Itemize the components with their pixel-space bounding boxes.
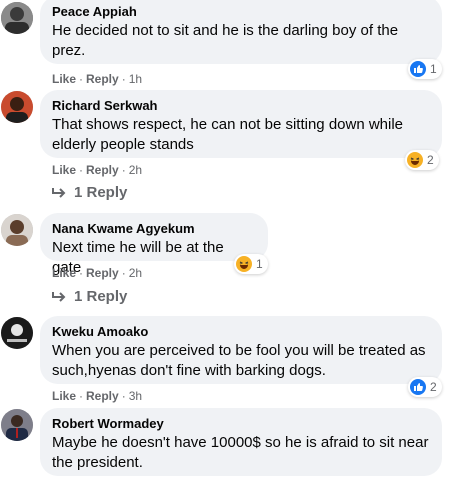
reply-button[interactable]: Reply — [86, 266, 119, 280]
comment-text-line: That shows respect, he can not be sittin… — [52, 116, 404, 133]
reaction-count-text: 1 — [256, 257, 263, 271]
comment-author[interactable]: Robert Wormadey — [52, 416, 430, 432]
reaction-count-text: 2 — [427, 153, 434, 167]
comment-text: When you are perceived to be fool you wi… — [52, 341, 430, 381]
haha-icon — [236, 256, 252, 272]
comment-bubble: Robert Wormadey Maybe he doesn't have 10… — [40, 408, 442, 476]
comment-text-line: Maybe he doesn't have 10000$ so he is af… — [52, 434, 429, 451]
comment-bubble: Kweku Amoako When you are perceived to b… — [40, 316, 442, 384]
comment-actions: Like · Reply · 2h — [52, 266, 143, 280]
replies-label: 1 Reply — [74, 288, 128, 305]
like-icon — [410, 61, 426, 77]
like-button[interactable]: Like — [52, 266, 76, 280]
view-replies-button[interactable]: 1 Reply — [52, 288, 127, 305]
comment-author[interactable]: Richard Serkwah — [52, 98, 430, 114]
reaction-count[interactable]: 1 — [234, 254, 268, 274]
reply-button[interactable]: Reply — [86, 72, 119, 86]
reaction-count-text: 1 — [430, 62, 437, 76]
reaction-count[interactable]: 1 — [408, 59, 442, 79]
timestamp[interactable]: 3h — [129, 389, 142, 403]
reply-button[interactable]: Reply — [86, 163, 119, 177]
reaction-count[interactable]: 2 — [405, 150, 439, 170]
avatar[interactable] — [1, 409, 33, 441]
comment-text-line: prez. — [52, 42, 86, 59]
replies-label: 1 Reply — [74, 184, 128, 201]
view-replies-button[interactable]: 1 Reply — [52, 184, 127, 201]
comment-text-line: elderly people stands — [52, 136, 194, 153]
timestamp[interactable]: 1h — [129, 72, 142, 86]
comment-author[interactable]: Peace Appiah — [52, 4, 430, 20]
comment-text-line: He decided not to sit and he is the darl… — [52, 22, 399, 39]
comment-bubble: Peace Appiah He decided not to sit and h… — [40, 0, 442, 64]
comment-text-line: When you are perceived to be fool you wi… — [52, 342, 426, 359]
timestamp[interactable]: 2h — [129, 266, 142, 280]
comment-actions: Like · Reply · 2h — [52, 163, 143, 177]
comment-author[interactable]: Kweku Amoako — [52, 324, 430, 340]
comment-text-line: the president. — [52, 454, 143, 471]
reply-arrow-icon — [52, 187, 66, 198]
comment-bubble: Nana Kwame Agyekum Next time he will be … — [40, 213, 268, 276]
comment-bubble: Richard Serkwah That shows respect, he c… — [40, 90, 442, 158]
haha-icon — [407, 152, 423, 168]
comment-text: Maybe he doesn't have 10000$ so he is af… — [52, 433, 430, 473]
reaction-count-text: 2 — [430, 380, 437, 394]
like-button[interactable]: Like — [52, 389, 76, 403]
avatar[interactable] — [1, 214, 33, 246]
like-icon — [410, 379, 426, 395]
comment-text: He decided not to sit and he is the darl… — [52, 21, 430, 61]
like-button[interactable]: Like — [52, 163, 76, 177]
avatar[interactable] — [1, 91, 33, 123]
comment-text-line: such,hyenas don't fine with barking dogs… — [52, 362, 326, 379]
like-button[interactable]: Like — [52, 72, 76, 86]
reply-button[interactable]: Reply — [86, 389, 119, 403]
comment-author[interactable]: Nana Kwame Agyekum — [52, 221, 256, 237]
reply-arrow-icon — [52, 291, 66, 302]
reaction-count[interactable]: 2 — [408, 377, 442, 397]
comment-text: That shows respect, he can not be sittin… — [52, 115, 430, 155]
comment-actions: Like · Reply · 3h — [52, 389, 143, 403]
comment-actions: Like · Reply · 1h — [52, 72, 143, 86]
avatar[interactable] — [1, 317, 33, 349]
timestamp[interactable]: 2h — [129, 163, 142, 177]
avatar[interactable] — [1, 2, 33, 34]
